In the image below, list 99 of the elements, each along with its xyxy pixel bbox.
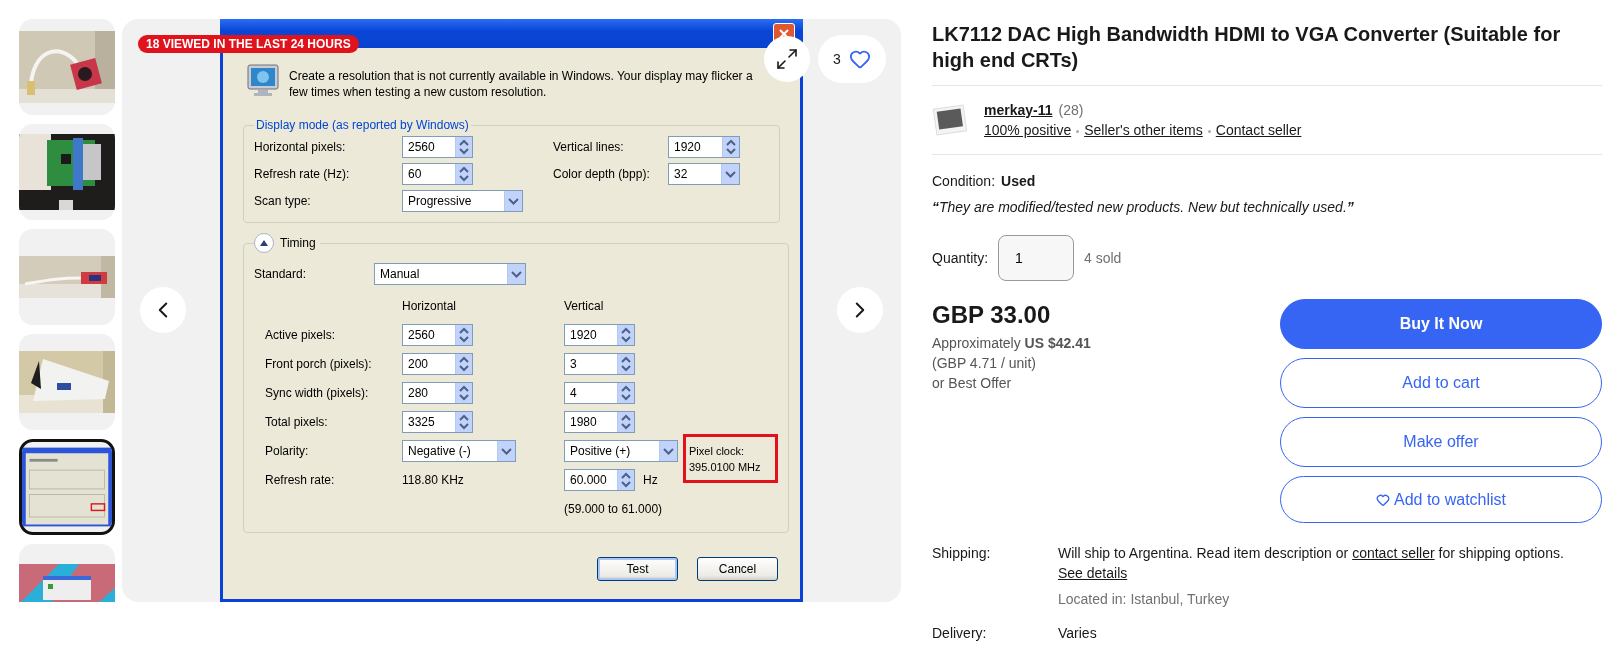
field-label: Front porch (pixels): xyxy=(265,357,373,371)
pixel-clock-label: Pixel clock: xyxy=(689,444,746,457)
field-label: Active pixels: xyxy=(265,328,337,342)
watch-count-button[interactable]: 3 xyxy=(818,35,886,83)
unit-price: (GBP 4.71 / unit) xyxy=(932,355,1037,371)
spin-arrows-icon[interactable] xyxy=(455,383,472,403)
field-label: Polarity: xyxy=(265,444,310,458)
caret-icon[interactable] xyxy=(497,441,515,461)
price: GBP 33.00 xyxy=(932,301,1052,329)
thumbnail[interactable] xyxy=(19,124,115,220)
spinner-field[interactable]: 3325 xyxy=(402,411,473,433)
spinner-field[interactable]: 200 xyxy=(402,353,473,375)
action-button[interactable]: Make offer xyxy=(1280,417,1602,467)
caret-up-icon xyxy=(260,240,268,246)
thumbnail[interactable] xyxy=(19,334,115,430)
spin-arrows-icon[interactable] xyxy=(722,137,739,157)
spin-arrows-icon[interactable] xyxy=(617,325,634,345)
field-label: Sync width (pixels): xyxy=(265,386,370,400)
feedback-count: (28) xyxy=(1058,102,1084,118)
column-heading: Vertical xyxy=(564,299,605,313)
product-title: LK7112 DAC High Bandwidth HDMI to VGA Converter (Suitable for high end CRTs) xyxy=(932,22,1562,73)
range-text: (59.000 to 61.000) xyxy=(564,502,664,516)
collapse-button[interactable] xyxy=(254,233,274,253)
spinner-field[interactable]: 1920 xyxy=(668,136,740,158)
spinner-field[interactable]: 1980 xyxy=(564,411,635,433)
unit-label: Hz xyxy=(643,473,658,487)
location-text: Located in: Istanbul, Turkey xyxy=(1058,590,1231,609)
spinner-field[interactable]: 60.000 xyxy=(564,469,635,491)
dropdown-field[interactable]: Positive (+) xyxy=(564,440,678,462)
spin-arrows-icon[interactable] xyxy=(455,164,472,184)
description-text: Create a resolution that is not currently available in Windows. Your display may flicker a few times when testing a new custom resolution. xyxy=(289,68,754,100)
dropdown-field[interactable]: Manual xyxy=(374,263,526,285)
field-label: Standard: xyxy=(254,267,308,281)
group-title: Display mode (as reported by Windows) xyxy=(255,118,470,132)
watchlist-button[interactable]: Add to watchlist xyxy=(1280,476,1602,523)
thumbnail[interactable] xyxy=(19,439,115,535)
spinner-field[interactable]: 1920 xyxy=(564,324,635,346)
spin-arrows-icon[interactable] xyxy=(455,325,472,345)
heart-icon xyxy=(1375,492,1390,507)
spin-arrows-icon[interactable] xyxy=(455,137,472,157)
quantity-label: Quantity: xyxy=(932,250,989,266)
field-label: Scan type: xyxy=(254,194,312,208)
field-label: Horizontal pixels: xyxy=(254,140,347,154)
dropdown-field[interactable]: Progressive xyxy=(402,190,523,212)
caret-icon[interactable] xyxy=(659,441,677,461)
field-label: Refresh rate: xyxy=(265,473,336,487)
spinner-field[interactable]: 2560 xyxy=(402,136,473,158)
quantity-field[interactable]: 1 xyxy=(998,235,1075,281)
thumbnail[interactable] xyxy=(19,19,115,115)
link[interactable]: See details xyxy=(1058,565,1128,581)
spinner-field[interactable]: 3 xyxy=(564,353,635,375)
dropdown-field[interactable]: Negative (-) xyxy=(402,440,516,462)
column-heading: Horizontal xyxy=(402,299,458,313)
spin-arrows-icon[interactable] xyxy=(455,354,472,374)
converted-price: Approximately US $42.41 xyxy=(932,335,1091,351)
spin-arrows-icon[interactable] xyxy=(617,354,634,374)
delivery-value: Varies xyxy=(1058,624,1098,643)
delivery-label: Delivery: xyxy=(932,624,988,643)
seller-link[interactable]: 100% positive xyxy=(984,122,1072,138)
best-offer-text: or Best Offer xyxy=(932,375,1013,391)
link[interactable]: contact seller xyxy=(1352,545,1435,561)
group-title: Timing xyxy=(280,236,316,250)
views-badge: 18 VIEWED IN THE LAST 24 HOURS xyxy=(138,35,359,53)
field-label: Color depth (bpp): xyxy=(553,167,651,181)
spin-arrows-icon[interactable] xyxy=(617,383,634,403)
sold-count: 4 sold xyxy=(1084,250,1122,266)
seller-link[interactable]: Seller's other items xyxy=(1084,122,1203,138)
shipping-text: Will ship to Argentina. Read item description or contact seller for shipping options. See details xyxy=(1058,544,1565,583)
shipping-label: Shipping: xyxy=(932,544,992,563)
rate-value: 118.80 KHz xyxy=(402,473,464,487)
field-label: Total pixels: xyxy=(265,415,329,429)
dropdown-field[interactable]: 32 xyxy=(668,163,740,185)
field-label: Vertical lines: xyxy=(553,140,625,154)
thumbnail[interactable] xyxy=(19,229,115,325)
spinner-field[interactable]: 2560 xyxy=(402,324,473,346)
seller-name-link[interactable]: merkay-11 xyxy=(984,102,1053,118)
condition-label: Condition: xyxy=(932,173,996,189)
caret-icon[interactable] xyxy=(721,164,739,184)
spinner-field[interactable]: 280 xyxy=(402,382,473,404)
caret-icon[interactable] xyxy=(504,191,522,211)
condition-value: Used xyxy=(1001,173,1036,189)
pixel-clock-value: 395.0100 MHz xyxy=(689,460,762,473)
spin-arrows-icon[interactable] xyxy=(455,412,472,432)
condition-note: “They are modified/tested new products. New but technically used.” xyxy=(932,199,1355,215)
spinner-field[interactable]: 4 xyxy=(564,382,635,404)
heart-icon xyxy=(848,48,871,70)
action-button[interactable]: Add to cart xyxy=(1280,358,1602,408)
expand-icon xyxy=(775,47,799,71)
buy-now-button[interactable]: Buy It Now xyxy=(1280,299,1602,349)
caret-icon[interactable] xyxy=(507,264,525,284)
seller-link[interactable]: Contact seller xyxy=(1215,122,1302,138)
spin-arrows-icon[interactable] xyxy=(617,412,634,432)
spin-arrows-icon[interactable] xyxy=(617,470,634,490)
dialog-button[interactable]: Cancel xyxy=(697,557,778,581)
dialog-button[interactable]: Test xyxy=(597,557,678,581)
spinner-field[interactable]: 60 xyxy=(402,163,473,185)
field-label: Refresh rate (Hz): xyxy=(254,167,351,181)
monitor-icon xyxy=(247,64,279,98)
photo-icon xyxy=(932,103,968,137)
